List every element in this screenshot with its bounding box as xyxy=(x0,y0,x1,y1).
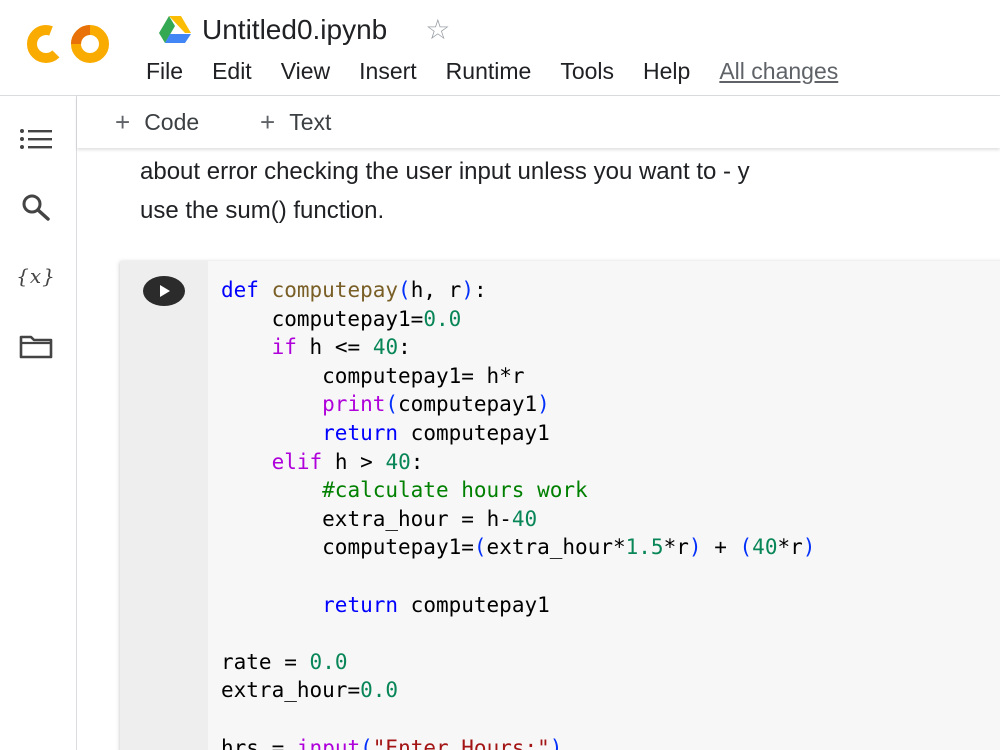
code-editor[interactable]: def computepay(h, r): computepay1=0.0 if… xyxy=(221,276,815,750)
google-drive-icon xyxy=(159,16,191,43)
add-text-label: Text xyxy=(289,108,332,135)
menu-tools[interactable]: Tools xyxy=(560,58,614,85)
code-line: computepay1=(extra_hour*1.5*r) + (40*r) xyxy=(322,535,816,560)
run-cell-button[interactable] xyxy=(143,276,185,306)
menu-bar: File Edit View Insert Runtime Tools Help… xyxy=(146,52,838,90)
add-text-cell-button[interactable]: + Text xyxy=(260,104,331,140)
play-icon xyxy=(160,285,170,297)
code-line: return computepay1 xyxy=(322,592,550,617)
table-of-contents-icon[interactable] xyxy=(16,119,56,159)
add-code-label: Code xyxy=(144,108,200,135)
code-line: #calculate hours work xyxy=(322,478,588,503)
menu-edit[interactable]: Edit xyxy=(212,58,252,85)
code-line: hrs = input("Enter Hours:") xyxy=(221,735,563,750)
left-sidebar: {x} xyxy=(0,96,77,750)
menu-runtime[interactable]: Runtime xyxy=(446,58,532,85)
star-icon[interactable]: ☆ xyxy=(425,16,450,44)
save-status-link[interactable]: All changes xyxy=(719,58,838,85)
code-line: elif h > 40: xyxy=(271,449,424,474)
search-icon[interactable] xyxy=(16,188,56,228)
menu-file[interactable]: File xyxy=(146,58,183,85)
code-line: extra_hour = h-40 xyxy=(322,506,538,531)
code-line: print(computepay1) xyxy=(322,392,550,417)
plus-icon: + xyxy=(260,106,276,137)
code-line: def computepay(h, r): xyxy=(221,278,487,302)
code-line: computepay1= h*r xyxy=(322,363,525,388)
notebook-title[interactable]: Untitled0.ipynb xyxy=(202,14,387,46)
menu-insert[interactable]: Insert xyxy=(359,58,417,85)
text-cell-line: use the sum() function. xyxy=(140,197,385,224)
cell-toolbar: + Code + Text xyxy=(77,96,1000,148)
title-row: Untitled0.ipynb ☆ xyxy=(158,10,450,50)
code-cell[interactable]: def computepay(h, r): computepay1=0.0 if… xyxy=(120,261,1000,750)
add-code-cell-button[interactable]: + Code xyxy=(115,104,199,140)
menu-help[interactable]: Help xyxy=(643,58,690,85)
variables-icon[interactable]: {x} xyxy=(16,256,56,296)
colab-logo[interactable] xyxy=(24,22,116,66)
code-cell-gutter xyxy=(120,261,208,750)
code-line: computepay1=0.0 xyxy=(271,306,462,331)
code-line: return computepay1 xyxy=(322,420,550,445)
files-icon[interactable] xyxy=(16,326,56,366)
notebook-area: about error checking the user input unle… xyxy=(77,148,1000,750)
notebook-header: Untitled0.ipynb ☆ File Edit View Insert … xyxy=(0,0,1000,96)
code-line: rate = 0.0 xyxy=(221,649,348,674)
text-cell[interactable]: about error checking the user input unle… xyxy=(140,152,1000,230)
code-line: extra_hour=0.0 xyxy=(221,678,399,703)
plus-icon: + xyxy=(115,106,131,137)
text-cell-line: about error checking the user input unle… xyxy=(140,158,750,185)
code-line: if h <= 40: xyxy=(271,335,411,360)
menu-view[interactable]: View xyxy=(281,58,330,85)
